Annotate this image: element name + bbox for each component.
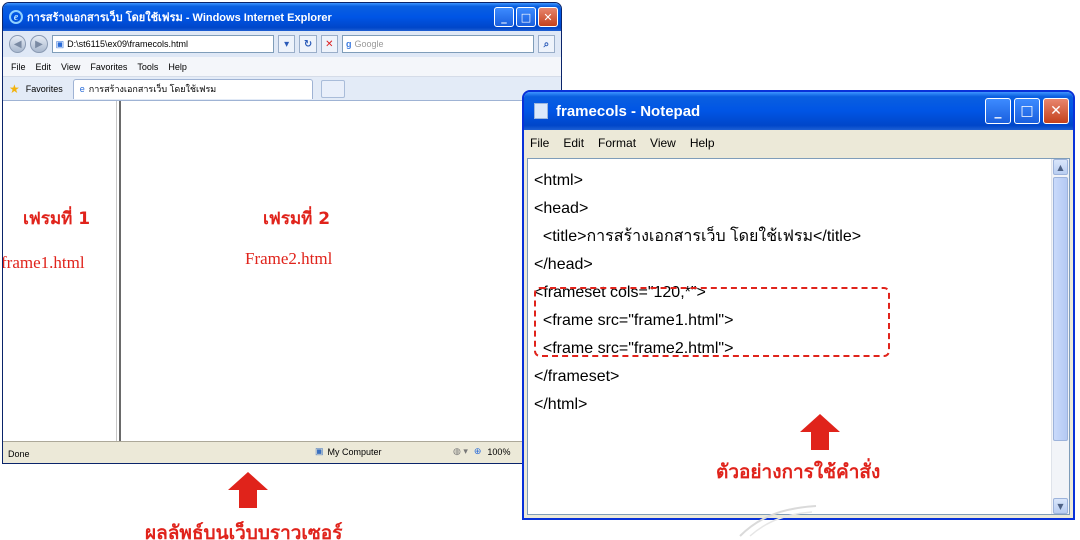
notepad-titlebar[interactable]: framecols - Notepad _ □ ✕ [524, 92, 1073, 130]
code-line: <head> [534, 200, 589, 217]
ie-window: e การสร้างเอกสารเว็บ โดยใช้เฟรม - Window… [2, 2, 562, 464]
page-icon: ▣ [55, 38, 65, 49]
stop-button[interactable]: ✕ [320, 35, 338, 53]
notepad-minimize-button[interactable]: _ [985, 98, 1011, 124]
address-text: D:\st6115\ex09\framecols.html [67, 39, 189, 49]
new-tab-button[interactable] [320, 79, 345, 98]
browser-tab[interactable]: e การสร้างเอกสารเว็บ โดยใช้เฟรม [72, 78, 313, 99]
back-button[interactable]: ◀ [9, 35, 27, 53]
ie-content-area: เฟรมที่ 1 frame1.html เฟรมที่ 2 Frame2.h… [3, 101, 561, 441]
up-arrow-icon [800, 414, 840, 450]
code-line: </head> [534, 256, 593, 273]
ie-status-bar: Done ▣ My Computer ◍ ▾ ⊕ 100% [3, 441, 561, 463]
minimize-button[interactable]: _ [494, 7, 514, 27]
notepad-window: framecols - Notepad _ □ ✕ File Edit Form… [522, 90, 1075, 520]
frame-2: เฟรมที่ 2 Frame2.html [123, 101, 561, 441]
up-arrow-icon [228, 472, 268, 508]
close-button[interactable]: ✕ [538, 7, 558, 27]
scroll-down-arrow-icon[interactable]: ▼ [1053, 498, 1068, 514]
menu-tools[interactable]: Tools [137, 62, 158, 72]
menu-view[interactable]: View [61, 62, 80, 72]
frame2-heading: เฟรมที่ 2 [263, 209, 331, 229]
command-example-caption: ตัวอย่างการใช้คำสั่ง [716, 461, 881, 483]
ie-favorites-bar: ★ Favorites e การสร้างเอกสารเว็บ โดยใช้เ… [3, 77, 561, 101]
ie-menu-bar: File Edit View Favorites Tools Help [3, 57, 561, 77]
status-zoom[interactable]: ◍ ▾ ⊕ 100% [453, 446, 510, 457]
notepad-menu-format[interactable]: Format [598, 136, 636, 150]
decorative-swoosh [739, 505, 817, 537]
computer-icon: ▣ [315, 446, 324, 456]
notepad-menu-file[interactable]: File [530, 136, 549, 150]
frame1-heading: เฟรมที่ 1 [23, 209, 91, 229]
menu-favorites[interactable]: Favorites [90, 62, 127, 72]
forward-button[interactable]: ▶ [30, 35, 48, 53]
favorites-button[interactable]: Favorites [26, 84, 63, 94]
protected-mode-icon: ◍ ▾ [453, 446, 468, 456]
scroll-thumb[interactable] [1053, 177, 1068, 441]
notepad-window-title: framecols - Notepad [556, 102, 701, 120]
code-line: <title>การสร้างเอกสารเว็บ โดยใช้เฟรม</ti… [534, 228, 862, 245]
search-placeholder: Google [354, 39, 384, 49]
menu-file[interactable]: File [11, 62, 26, 72]
tab-title: การสร้างเอกสารเว็บ โดยใช้เฟรม [88, 84, 217, 94]
menu-edit[interactable]: Edit [36, 62, 52, 72]
address-dropdown-button[interactable]: ▾ [278, 35, 296, 53]
scroll-up-arrow-icon[interactable]: ▲ [1053, 159, 1068, 175]
notepad-menu-view[interactable]: View [650, 136, 676, 150]
search-input[interactable]: g Google [342, 35, 534, 53]
star-icon: ★ [9, 81, 20, 96]
frame-1: เฟรมที่ 1 frame1.html [3, 101, 121, 441]
notepad-menu-help[interactable]: Help [690, 136, 715, 150]
notepad-document-icon [534, 103, 548, 119]
search-button[interactable]: ⌕ [537, 35, 556, 53]
frame1-filename: frame1.html [2, 253, 85, 272]
notepad-menu-edit[interactable]: Edit [563, 136, 584, 150]
browser-result-caption: ผลลัพธ์บนเว็บบราวเซอร์ [145, 522, 343, 540]
google-icon: g [346, 39, 352, 49]
status-zone: ▣ My Computer [315, 446, 382, 457]
notepad-close-button[interactable]: ✕ [1043, 98, 1069, 124]
notepad-window-controls: _ □ ✕ [985, 98, 1069, 124]
notepad-maximize-button[interactable]: □ [1014, 98, 1040, 124]
maximize-button[interactable]: □ [516, 7, 536, 27]
status-text: Done [8, 448, 30, 459]
code-line: <html> [534, 172, 583, 189]
address-bar[interactable]: ▣ D:\st6115\ex09\framecols.html [51, 35, 275, 53]
notepad-menu-bar: File Edit Format View Help [524, 130, 1073, 156]
ie-titlebar[interactable]: e การสร้างเอกสารเว็บ โดยใช้เฟรม - Window… [3, 3, 561, 31]
highlight-box [534, 287, 890, 357]
code-line: </frameset> [534, 368, 620, 385]
ie-window-title: การสร้างเอกสารเว็บ โดยใช้เฟรม - Windows … [27, 12, 332, 24]
vertical-scrollbar[interactable]: ▲ ▼ [1051, 159, 1069, 514]
ie-navigation-bar: ◀ ▶ ▣ D:\st6115\ex09\framecols.html ▾ ↻ … [3, 31, 561, 57]
frame2-filename: Frame2.html [245, 249, 333, 268]
ie-tab-icon: e [79, 84, 85, 94]
ie-logo-icon: e [9, 10, 23, 24]
zoom-level: 100% [487, 446, 511, 457]
zoom-icon: ⊕ [473, 446, 482, 456]
ie-window-controls: _ □ ✕ [494, 7, 558, 27]
zone-label: My Computer [327, 446, 382, 457]
menu-help[interactable]: Help [168, 62, 187, 72]
refresh-button[interactable]: ↻ [299, 35, 317, 53]
